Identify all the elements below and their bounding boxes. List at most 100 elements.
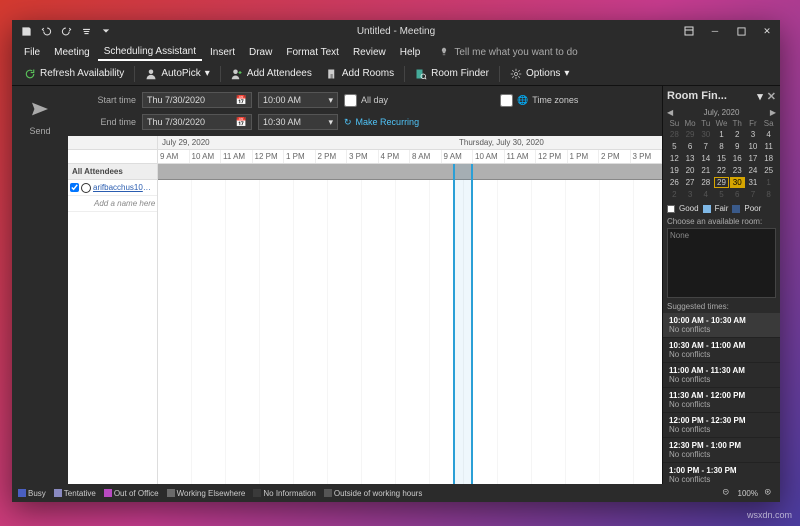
calendar-day[interactable]: 13 xyxy=(683,153,698,164)
suggested-time-item[interactable]: 12:00 PM - 12:30 PMNo conflicts xyxy=(663,413,780,438)
legend-swatch xyxy=(167,489,175,497)
calendar-day[interactable]: 24 xyxy=(746,165,761,176)
calendar-day[interactable]: 1 xyxy=(714,129,729,140)
tab-help[interactable]: Help xyxy=(394,45,427,60)
calendar-day[interactable]: 31 xyxy=(746,177,761,188)
calendar-day[interactable]: 10 xyxy=(746,141,761,152)
tab-draw[interactable]: Draw xyxy=(243,45,278,60)
suggested-time-item[interactable]: 12:30 PM - 1:00 PMNo conflicts xyxy=(663,438,780,463)
suggested-time-item[interactable]: 1:00 PM - 1:30 PMNo conflicts xyxy=(663,463,780,484)
close-button[interactable]: ✕ xyxy=(754,20,780,42)
qat-undo-icon[interactable] xyxy=(38,23,54,39)
main-pane: Start time Thu 7/30/2020📅 10:00 AM▾ All … xyxy=(68,86,662,484)
calendar-day[interactable]: 29 xyxy=(683,129,698,140)
attendee-required-checkbox[interactable] xyxy=(70,183,79,192)
qat-save-icon[interactable] xyxy=(18,23,34,39)
tab-scheduling-assistant[interactable]: Scheduling Assistant xyxy=(98,44,202,61)
pane-close-icon[interactable]: ✕ xyxy=(767,90,776,103)
suggested-time-item[interactable]: 11:00 AM - 11:30 AMNo conflicts xyxy=(663,363,780,388)
legend-label: Tentative xyxy=(64,489,96,498)
next-month-button[interactable]: ▶ xyxy=(770,108,776,117)
end-date-input[interactable]: Thu 7/30/2020📅 xyxy=(142,114,252,130)
ribbon-display-icon[interactable] xyxy=(676,20,702,42)
calendar-day[interactable]: 4 xyxy=(761,129,776,140)
calendar-day[interactable]: 2 xyxy=(667,189,682,200)
tab-file[interactable]: File xyxy=(18,45,46,60)
calendar-day[interactable]: 30 xyxy=(730,177,745,188)
calendar-day[interactable]: 5 xyxy=(714,189,729,200)
tab-format-text[interactable]: Format Text xyxy=(280,45,345,60)
refresh-availability-button[interactable]: Refresh Availability xyxy=(18,66,130,82)
calendar-day[interactable]: 14 xyxy=(698,153,713,164)
qat-more-icon[interactable] xyxy=(78,23,94,39)
calendar-day[interactable]: 7 xyxy=(698,141,713,152)
calendar-day[interactable]: 9 xyxy=(730,141,745,152)
calendar-day[interactable]: 28 xyxy=(667,129,682,140)
calendar-day[interactable]: 8 xyxy=(714,141,729,152)
suggested-time-item[interactable]: 10:30 AM - 11:00 AMNo conflicts xyxy=(663,338,780,363)
suggested-time-item[interactable]: 11:30 AM - 12:00 PMNo conflicts xyxy=(663,388,780,413)
qat-redo-icon[interactable] xyxy=(58,23,74,39)
calendar-day[interactable]: 5 xyxy=(667,141,682,152)
hour-label: 9 AM xyxy=(442,150,474,163)
calendar-day[interactable]: 28 xyxy=(698,177,713,188)
maximize-button[interactable] xyxy=(728,20,754,42)
calendar-day[interactable]: 27 xyxy=(683,177,698,188)
options-button[interactable]: Options ▾ xyxy=(504,66,576,82)
calendar-day[interactable]: 30 xyxy=(698,129,713,140)
calendar-day[interactable]: 6 xyxy=(730,189,745,200)
end-time-input[interactable]: 10:30 AM▾ xyxy=(258,114,338,130)
calendar-day[interactable]: 23 xyxy=(730,165,745,176)
calendar-day[interactable]: 8 xyxy=(761,189,776,200)
autopick-button[interactable]: AutoPick ▾ xyxy=(139,66,216,82)
tell-me-search[interactable]: Tell me what you want to do xyxy=(438,46,577,58)
send-button[interactable] xyxy=(22,96,58,122)
calendar-day[interactable]: 26 xyxy=(667,177,682,188)
add-attendees-button[interactable]: Add Attendees xyxy=(225,66,318,82)
time-selection-bar[interactable] xyxy=(453,164,473,484)
qat-dropdown-icon[interactable] xyxy=(98,23,114,39)
calendar-day[interactable]: 11 xyxy=(761,141,776,152)
calendar-day[interactable]: 22 xyxy=(714,165,729,176)
make-recurring-button[interactable]: ↻ Make Recurring xyxy=(344,117,640,128)
time-zones-checkbox[interactable]: 🌐Time zones xyxy=(500,94,640,107)
calendar-day[interactable]: 7 xyxy=(746,189,761,200)
pane-options-icon[interactable]: ▾ xyxy=(757,90,763,103)
start-time-input[interactable]: 10:00 AM▾ xyxy=(258,92,338,108)
legend-swatch xyxy=(18,489,26,497)
calendar-day[interactable]: 3 xyxy=(746,129,761,140)
calendar-day[interactable]: 12 xyxy=(667,153,682,164)
calendar-day[interactable]: 4 xyxy=(698,189,713,200)
calendar-day[interactable]: 1 xyxy=(761,177,776,188)
tab-review[interactable]: Review xyxy=(347,45,392,60)
refresh-label: Refresh Availability xyxy=(40,68,124,79)
calendar-day[interactable]: 20 xyxy=(683,165,698,176)
calendar-day[interactable]: 25 xyxy=(761,165,776,176)
calendar-day[interactable]: 18 xyxy=(761,153,776,164)
calendar-day[interactable]: 15 xyxy=(714,153,729,164)
calendar-day[interactable]: 3 xyxy=(683,189,698,200)
calendar-day[interactable]: 6 xyxy=(683,141,698,152)
time-grid-canvas[interactable] xyxy=(158,164,662,484)
calendar-day[interactable]: 2 xyxy=(730,129,745,140)
prev-month-button[interactable]: ◀ xyxy=(667,108,673,117)
available-rooms-list[interactable]: None xyxy=(667,228,776,298)
tab-insert[interactable]: Insert xyxy=(204,45,241,60)
zoom-out-icon[interactable] xyxy=(722,488,732,498)
hour-label: 10 AM xyxy=(473,150,505,163)
minimize-button[interactable]: ─ xyxy=(702,20,728,42)
attendee-name-link[interactable]: arifbacchus10@live. xyxy=(93,183,157,192)
calendar-day[interactable]: 16 xyxy=(730,153,745,164)
add-rooms-button[interactable]: Add Rooms xyxy=(320,66,400,82)
calendar-day[interactable]: 17 xyxy=(746,153,761,164)
calendar-day[interactable]: 19 xyxy=(667,165,682,176)
calendar-day[interactable]: 21 xyxy=(698,165,713,176)
room-finder-button[interactable]: Room Finder xyxy=(409,66,495,82)
calendar-day[interactable]: 29 xyxy=(714,177,729,188)
all-day-checkbox[interactable]: All day xyxy=(344,94,494,107)
tab-meeting[interactable]: Meeting xyxy=(48,45,96,60)
suggested-time-item[interactable]: 10:00 AM - 10:30 AMNo conflicts xyxy=(663,313,780,338)
add-attendee-row[interactable]: Add a name here xyxy=(68,196,157,212)
zoom-in-icon[interactable] xyxy=(764,488,774,498)
start-date-input[interactable]: Thu 7/30/2020📅 xyxy=(142,92,252,108)
